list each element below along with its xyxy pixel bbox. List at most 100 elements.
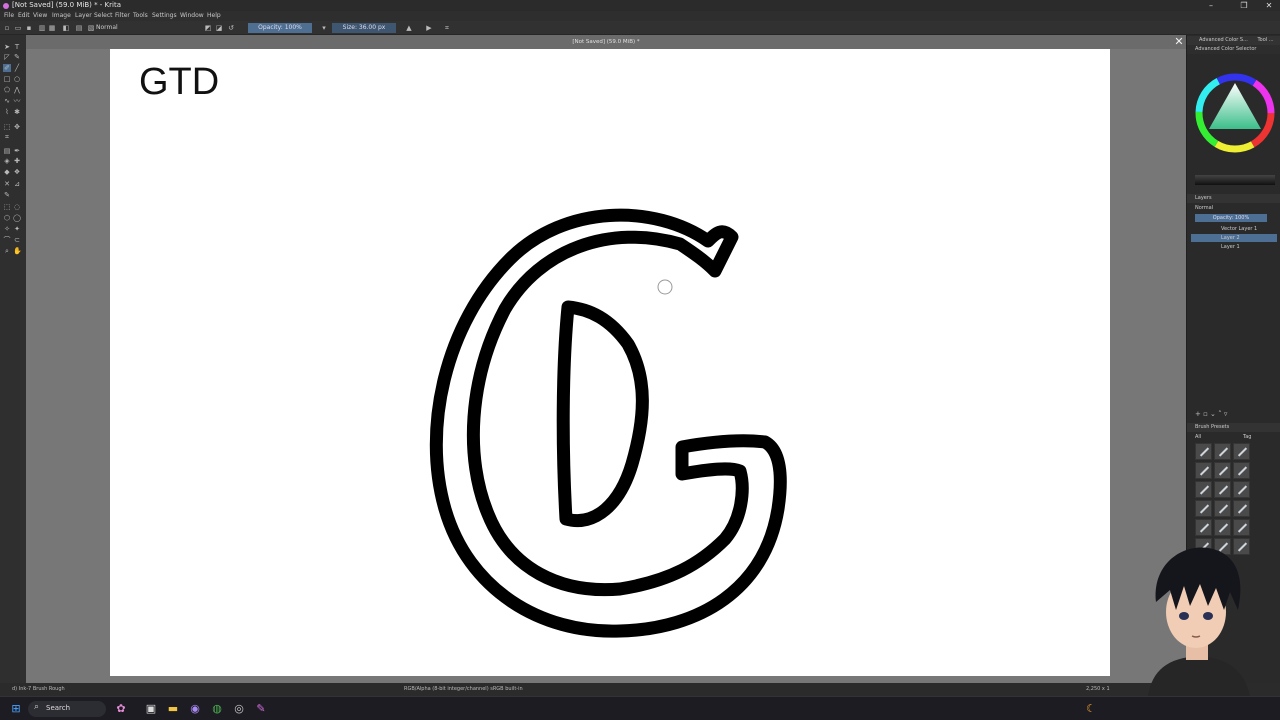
polygonal-selection-tool-icon[interactable]: ⬡ bbox=[3, 214, 11, 222]
fill-gradients-icon[interactable]: ▥ bbox=[38, 24, 46, 32]
erase-mode-icon[interactable]: ◩ bbox=[204, 24, 212, 32]
color-history-strip[interactable] bbox=[1195, 175, 1275, 185]
obs-icon[interactable]: ◎ bbox=[232, 702, 246, 716]
taskbar-search-box[interactable]: ⌕ Search bbox=[28, 701, 106, 717]
status-brush-name[interactable]: d) Ink-7 Brush Rough bbox=[12, 683, 65, 696]
dynamic-brush-tool-icon[interactable]: ⌇ bbox=[3, 108, 11, 116]
brush-preset[interactable] bbox=[1214, 462, 1231, 479]
new-document-icon[interactable]: ▫ bbox=[3, 24, 11, 32]
brush-preset[interactable] bbox=[1233, 443, 1250, 460]
enclose-fill-tool-icon[interactable]: ❖ bbox=[13, 168, 21, 176]
brush-preset-icon[interactable]: ▧ bbox=[87, 24, 95, 32]
tab-tool-options[interactable]: Tool ... bbox=[1257, 37, 1273, 43]
menu-edit[interactable]: Edit bbox=[18, 11, 30, 21]
size-slider[interactable]: Size: 36.00 px bbox=[332, 23, 396, 33]
maximize-button[interactable]: ❐ bbox=[1233, 0, 1255, 11]
windows-start-icon[interactable]: ⊞ bbox=[9, 702, 23, 716]
brush-preset[interactable] bbox=[1214, 519, 1231, 536]
freehand-path-tool-icon[interactable]: 〰 bbox=[13, 97, 21, 105]
fill-patterns-icon[interactable]: ▦ bbox=[48, 24, 56, 32]
brush-preset[interactable] bbox=[1233, 462, 1250, 479]
move-tool-icon[interactable]: ✥ bbox=[13, 123, 21, 131]
text-tool-icon[interactable]: T bbox=[13, 43, 21, 51]
close-window-button[interactable]: ✕ bbox=[1258, 0, 1280, 11]
gradient-tool-icon[interactable]: ▤ bbox=[3, 147, 11, 155]
pan-tool-icon[interactable]: ✋ bbox=[13, 247, 22, 255]
reference-images-tool-icon[interactable]: ✎ bbox=[3, 191, 11, 199]
close-document-icon[interactable]: ✕ bbox=[1173, 36, 1185, 48]
brush-preset[interactable] bbox=[1233, 500, 1250, 517]
preserve-alpha-icon[interactable]: ◪ bbox=[215, 24, 223, 32]
canvas-paper[interactable]: GTD bbox=[110, 49, 1110, 676]
menu-image[interactable]: Image bbox=[52, 11, 71, 21]
minimize-button[interactable]: – bbox=[1200, 0, 1222, 11]
opacity-dropdown-icon[interactable]: ▾ bbox=[320, 24, 328, 32]
transform-tool-icon[interactable]: ⬚ bbox=[3, 123, 11, 131]
assistant-tool-icon[interactable]: ✕ bbox=[3, 180, 11, 188]
line-tool-icon[interactable]: ╱ bbox=[13, 64, 21, 72]
menu-filter[interactable]: Filter bbox=[115, 11, 130, 21]
menu-layer[interactable]: Layer bbox=[75, 11, 92, 21]
menu-select[interactable]: Select bbox=[94, 11, 113, 21]
layer-row-vector-layer-1[interactable]: Vector Layer 1 bbox=[1191, 225, 1277, 233]
menu-file[interactable]: File bbox=[4, 11, 14, 21]
brush-preset[interactable] bbox=[1195, 519, 1212, 536]
brush-tag-select[interactable]: Tag bbox=[1243, 433, 1263, 441]
widgets-icon[interactable]: ✿ bbox=[114, 702, 128, 716]
measure-tool-icon[interactable]: ⊿ bbox=[13, 180, 21, 188]
task-view-icon[interactable]: ▣ bbox=[144, 702, 158, 716]
mirror-vertical-icon[interactable]: ▶ bbox=[425, 24, 433, 32]
brush-preset[interactable] bbox=[1195, 481, 1212, 498]
open-document-icon[interactable]: ▭ bbox=[14, 24, 22, 32]
color-wheel[interactable] bbox=[1193, 71, 1277, 155]
layer-row-layer-2[interactable]: Layer 2 bbox=[1191, 234, 1277, 242]
brush-preset[interactable] bbox=[1195, 443, 1212, 460]
ellipse-tool-icon[interactable]: ○ bbox=[13, 75, 21, 83]
brush-filter-select[interactable]: All bbox=[1195, 433, 1225, 441]
smart-patch-tool-icon[interactable]: ✚ bbox=[13, 157, 21, 165]
mirror-horizontal-icon[interactable]: ▲ bbox=[405, 24, 413, 32]
reload-preset-icon[interactable]: ↺ bbox=[227, 24, 235, 32]
freehand-brush-tool-icon[interactable]: ✐ bbox=[3, 64, 11, 72]
menu-window[interactable]: Window bbox=[180, 11, 204, 21]
layer-actions-bar[interactable]: + ▫ ⌄ ˄ ▿ bbox=[1195, 410, 1275, 418]
zoom-tool-icon[interactable]: ⌕ bbox=[3, 247, 11, 255]
crop-tool-icon[interactable]: ⌗ bbox=[3, 133, 11, 141]
brush-preset[interactable] bbox=[1195, 500, 1212, 517]
bezier-curve-tool-icon[interactable]: ∿ bbox=[3, 97, 11, 105]
brush-preset[interactable] bbox=[1214, 443, 1231, 460]
document-tab[interactable]: [Not Saved] (59.0 MiB) * bbox=[26, 35, 1186, 49]
brush-preset[interactable] bbox=[1214, 481, 1231, 498]
menu-view[interactable]: View bbox=[33, 11, 47, 21]
edit-brush-icon[interactable]: ▤ bbox=[75, 24, 83, 32]
menu-help[interactable]: Help bbox=[207, 11, 221, 21]
save-document-icon[interactable]: ▪ bbox=[25, 24, 33, 32]
elliptical-selection-tool-icon[interactable]: ◌ bbox=[13, 203, 21, 211]
multibrush-tool-icon[interactable]: ✱ bbox=[13, 108, 21, 116]
krita-taskbar-icon[interactable]: ✎ bbox=[254, 702, 268, 716]
brush-preset[interactable] bbox=[1214, 500, 1231, 517]
discord-icon[interactable]: ◉ bbox=[188, 702, 202, 716]
bezier-selection-tool-icon[interactable]: ⌒ bbox=[3, 236, 11, 244]
rectangular-selection-tool-icon[interactable]: ⬚ bbox=[3, 203, 11, 211]
select-shapes-tool-icon[interactable]: ➤ bbox=[3, 43, 11, 51]
opacity-slider[interactable]: Opacity: 100% bbox=[248, 23, 312, 33]
edit-shapes-tool-icon[interactable]: ◸ bbox=[3, 53, 11, 61]
chrome-icon[interactable]: ◍ bbox=[210, 702, 224, 716]
layers-blend-select[interactable]: Normal bbox=[1195, 204, 1271, 212]
layers-opacity-slider[interactable]: Opacity: 100% bbox=[1195, 214, 1267, 222]
brush-preset[interactable] bbox=[1233, 481, 1250, 498]
polyline-tool-icon[interactable]: ⋀ bbox=[13, 86, 21, 94]
night-light-icon[interactable]: ☾ bbox=[1084, 702, 1098, 716]
fill-tool-icon[interactable]: ◆ bbox=[3, 168, 11, 176]
similar-color-selection-tool-icon[interactable]: ✦ bbox=[13, 225, 21, 233]
calligraphy-tool-icon[interactable]: ✎ bbox=[13, 53, 21, 61]
file-explorer-icon[interactable]: ▬ bbox=[166, 702, 180, 716]
menu-tools[interactable]: Tools bbox=[133, 11, 148, 21]
contiguous-selection-tool-icon[interactable]: ✧ bbox=[3, 225, 11, 233]
colorize-mask-tool-icon[interactable]: ◈ bbox=[3, 157, 11, 165]
blend-mode-select[interactable]: Normal bbox=[96, 23, 198, 33]
menu-settings[interactable]: Settings bbox=[152, 11, 177, 21]
brush-preset[interactable] bbox=[1195, 462, 1212, 479]
wrap-around-icon[interactable]: ⌗ bbox=[443, 24, 451, 32]
